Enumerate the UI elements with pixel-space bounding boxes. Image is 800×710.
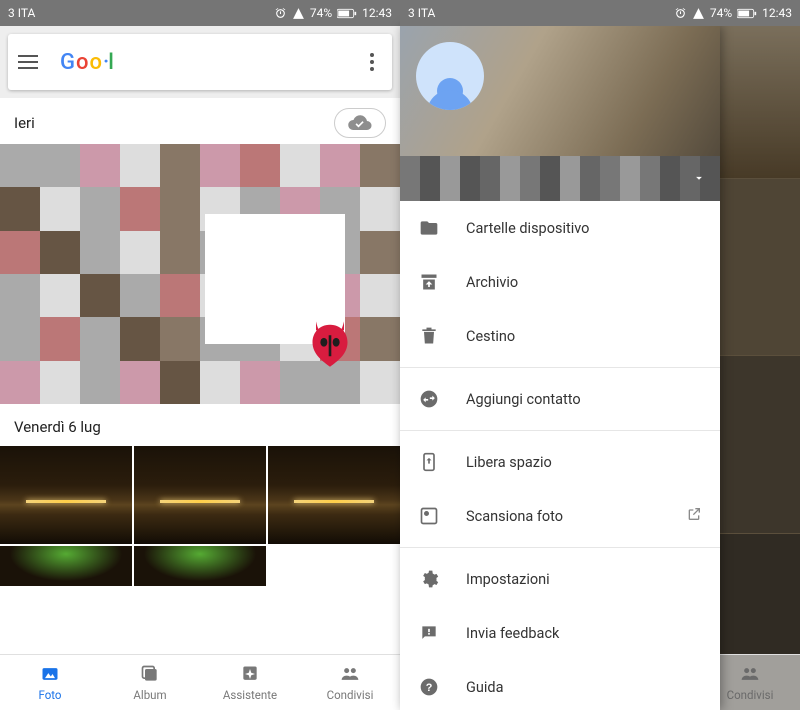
photos-feed: Ieri bbox=[0, 98, 400, 654]
overflow-icon[interactable] bbox=[362, 53, 382, 71]
phone-left: 3 ITA 74% 12:43 Goo·l bbox=[0, 0, 400, 710]
photo-thumbnail[interactable] bbox=[0, 546, 132, 586]
status-right: 74% 12:43 bbox=[674, 6, 792, 20]
drawer-item-help[interactable]: ? Guida bbox=[400, 660, 720, 710]
clock-label: 12:43 bbox=[762, 6, 792, 20]
nav-photos[interactable]: Foto bbox=[0, 655, 100, 710]
external-link-icon bbox=[686, 506, 702, 526]
app-bar: Goo·l bbox=[8, 34, 392, 90]
drawer-item-scan-photos[interactable]: Scansiona foto bbox=[400, 489, 720, 543]
drawer-item-label: Archivio bbox=[466, 274, 518, 291]
drawer-item-label: Scansiona foto bbox=[466, 508, 563, 525]
photo-thumbnail[interactable] bbox=[134, 546, 266, 586]
backup-status-chip[interactable] bbox=[334, 108, 386, 138]
add-contact-icon bbox=[418, 388, 440, 410]
scan-icon bbox=[418, 505, 440, 527]
status-bar: 3 ITA 74% 12:43 bbox=[0, 0, 400, 26]
drawer-item-label: Cartelle dispositivo bbox=[466, 220, 589, 237]
watermark-icon bbox=[295, 309, 365, 379]
status-bar: 3 ITA 74% 12:43 bbox=[400, 0, 800, 26]
sharing-icon bbox=[339, 663, 361, 685]
carrier-label: 3 ITA bbox=[408, 6, 435, 20]
status-left: 3 ITA bbox=[8, 6, 35, 20]
drawer-item-archive[interactable]: Archivio bbox=[400, 255, 720, 309]
nav-albums[interactable]: Album bbox=[100, 655, 200, 710]
drawer-item-trash[interactable]: Cestino bbox=[400, 309, 720, 363]
alarm-icon bbox=[274, 7, 287, 20]
section-title-day: Venerdì 6 lug bbox=[0, 404, 400, 446]
help-icon: ? bbox=[418, 676, 440, 698]
drawer-item-feedback[interactable]: Invia feedback bbox=[400, 606, 720, 660]
battery-icon bbox=[737, 8, 757, 19]
photo-row bbox=[0, 546, 400, 586]
status-right: 74% 12:43 bbox=[274, 6, 392, 20]
cloud-check-icon bbox=[347, 114, 373, 132]
clock-label: 12:43 bbox=[362, 6, 392, 20]
nav-label: Album bbox=[133, 688, 166, 702]
photo-group-yesterday[interactable] bbox=[0, 144, 400, 404]
signal-icon bbox=[292, 7, 305, 20]
feedback-icon bbox=[418, 622, 440, 644]
nav-label: Condivisi bbox=[727, 688, 774, 702]
battery-percent: 74% bbox=[310, 6, 332, 20]
status-left: 3 ITA bbox=[408, 6, 435, 20]
divider bbox=[400, 367, 720, 368]
photo-thumbnail[interactable] bbox=[0, 446, 132, 544]
account-dropdown-icon[interactable] bbox=[692, 170, 706, 189]
drawer-header[interactable] bbox=[400, 26, 720, 201]
drawer-item-label: Libera spazio bbox=[466, 454, 552, 471]
drawer-list: Cartelle dispositivo Archivio Cestino bbox=[400, 201, 720, 710]
assistant-icon bbox=[239, 663, 261, 685]
drawer-item-label: Invia feedback bbox=[466, 625, 559, 642]
section-header-yesterday: Ieri bbox=[0, 98, 400, 144]
signal-icon bbox=[692, 7, 705, 20]
nav-label: Condivisi bbox=[327, 688, 374, 702]
nav-sharing[interactable]: Condivisi bbox=[300, 655, 400, 710]
free-space-icon bbox=[418, 451, 440, 473]
battery-icon bbox=[337, 8, 357, 19]
menu-icon[interactable] bbox=[18, 50, 42, 74]
battery-percent: 74% bbox=[710, 6, 732, 20]
divider bbox=[400, 430, 720, 431]
drawer-item-device-folders[interactable]: Cartelle dispositivo bbox=[400, 201, 720, 255]
drawer-item-label: Aggiungi contatto bbox=[466, 391, 581, 408]
photo-row bbox=[0, 446, 400, 544]
drawer-item-settings[interactable]: Impostazioni bbox=[400, 552, 720, 606]
bottom-nav: Foto Album Assistente Condivisi bbox=[0, 654, 400, 710]
navigation-drawer: Cartelle dispositivo Archivio Cestino bbox=[400, 26, 720, 710]
svg-text:?: ? bbox=[426, 682, 433, 694]
appbar-wrap: Goo·l bbox=[0, 26, 400, 98]
avatar[interactable] bbox=[416, 42, 484, 110]
photo-thumbnail[interactable] bbox=[268, 446, 400, 544]
archive-icon bbox=[418, 271, 440, 293]
folder-icon bbox=[418, 217, 440, 239]
phone-right: 3 ITA 74% 12:43 Condivisi bbox=[400, 0, 800, 710]
nav-assistant[interactable]: Assistente bbox=[200, 655, 300, 710]
alarm-icon bbox=[674, 7, 687, 20]
drawer-item-label: Cestino bbox=[466, 328, 515, 345]
carrier-label: 3 ITA bbox=[8, 6, 35, 20]
drawer-item-label: Impostazioni bbox=[466, 571, 550, 588]
photo-thumbnail[interactable] bbox=[134, 446, 266, 544]
google-logo: Goo·l bbox=[60, 50, 114, 75]
nav-label: Assistente bbox=[223, 688, 277, 702]
section-title: Ieri bbox=[14, 114, 35, 132]
albums-icon bbox=[139, 663, 161, 685]
photos-icon bbox=[39, 663, 61, 685]
sharing-icon bbox=[739, 663, 761, 685]
drawer-item-free-space[interactable]: Libera spazio bbox=[400, 435, 720, 489]
nav-label: Foto bbox=[38, 688, 61, 702]
drawer-item-add-contact[interactable]: Aggiungi contatto bbox=[400, 372, 720, 426]
divider bbox=[400, 547, 720, 548]
trash-icon bbox=[418, 325, 440, 347]
drawer-item-label: Guida bbox=[466, 679, 503, 696]
gear-icon bbox=[418, 568, 440, 590]
